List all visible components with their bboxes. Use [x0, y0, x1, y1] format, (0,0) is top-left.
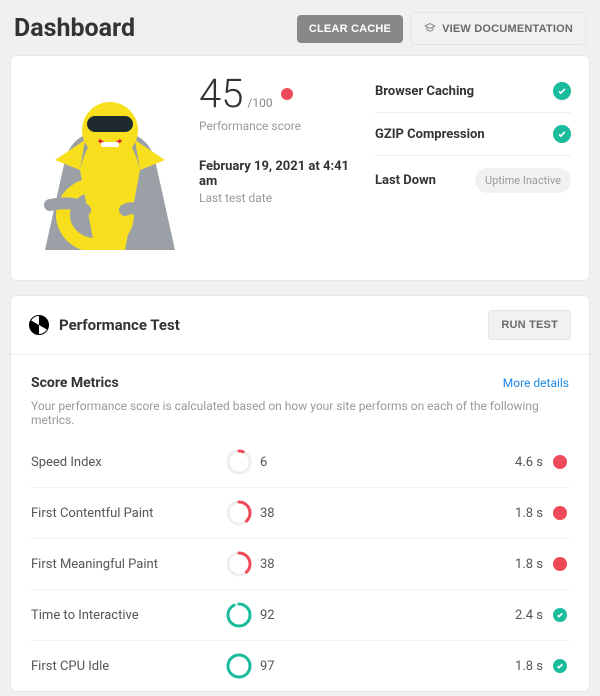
check-icon: [553, 82, 571, 100]
performance-test-header: Performance Test RUN TEST: [11, 296, 589, 355]
metric-row: Speed Index 6 4.6 s: [31, 437, 569, 488]
metric-ring-icon: [226, 500, 252, 526]
metric-status-icon: [551, 557, 569, 571]
metric-score: 97: [260, 659, 300, 674]
status-row-browser-caching: Browser Caching: [375, 70, 571, 113]
status-dot-bad-icon: [281, 88, 293, 100]
metric-name: First CPU Idle: [31, 659, 226, 674]
check-icon: [553, 125, 571, 143]
metric-ring-icon: [226, 653, 252, 679]
score-metrics-heading: Score Metrics: [31, 375, 119, 391]
metric-name: First Contentful Paint: [31, 506, 226, 521]
last-test-date-label: Last test date: [199, 191, 365, 205]
metric-time: 1.8 s: [495, 659, 543, 674]
metric-ring-icon: [226, 449, 252, 475]
metric-status-icon: [551, 506, 569, 520]
metric-status-icon: [551, 455, 569, 469]
page-title: Dashboard: [14, 14, 289, 43]
metric-time: 1.8 s: [495, 506, 543, 521]
performance-logo-icon: [29, 315, 49, 335]
metric-name: First Meaningful Paint: [31, 557, 226, 572]
score-metrics-desc: Your performance score is calculated bas…: [31, 399, 569, 427]
performance-score-value: 45: [199, 70, 243, 117]
metric-score: 38: [260, 557, 300, 572]
score-metrics-section: Score Metrics More details Your performa…: [11, 355, 589, 691]
clear-cache-button[interactable]: CLEAR CACHE: [297, 15, 403, 43]
run-test-button[interactable]: RUN TEST: [488, 310, 571, 340]
status-label: Last Down: [375, 173, 436, 188]
graduation-cap-icon: [424, 21, 436, 36]
metric-ring-icon: [226, 551, 252, 577]
summary-card: 45 /100 Performance score February 19, 2…: [10, 55, 590, 281]
status-row-uptime: Last Down Uptime Inactive: [375, 156, 571, 205]
last-test-date-value: February 19, 2021 at 4:41 am: [199, 159, 365, 189]
more-details-link[interactable]: More details: [503, 376, 569, 390]
hero-illustration: [25, 70, 195, 254]
performance-score-denom: /100: [247, 96, 272, 110]
metric-row: First Contentful Paint 38 1.8 s: [31, 488, 569, 539]
performance-test-card: Performance Test RUN TEST Score Metrics …: [10, 295, 590, 692]
metric-status-icon: [551, 608, 569, 622]
metric-row: First Meaningful Paint 38 1.8 s: [31, 539, 569, 590]
page-header: Dashboard CLEAR CACHE VIEW DOCUMENTATION: [4, 4, 596, 55]
metric-name: Speed Index: [31, 455, 226, 470]
view-documentation-label: VIEW DOCUMENTATION: [442, 23, 573, 35]
metric-ring-icon: [226, 602, 252, 628]
score-column: 45 /100 Performance score February 19, 2…: [195, 70, 365, 254]
metric-score: 38: [260, 506, 300, 521]
status-label: Browser Caching: [375, 84, 474, 99]
metric-time: 1.8 s: [495, 557, 543, 572]
status-label: GZIP Compression: [375, 127, 485, 142]
metric-score: 92: [260, 608, 300, 623]
status-row-gzip: GZIP Compression: [375, 113, 571, 156]
performance-score-label: Performance score: [199, 119, 365, 133]
metric-name: Time to Interactive: [31, 608, 226, 623]
uptime-pill: Uptime Inactive: [475, 168, 571, 193]
metric-time: 4.6 s: [495, 455, 543, 470]
view-documentation-button[interactable]: VIEW DOCUMENTATION: [411, 12, 586, 45]
performance-test-title: Performance Test: [59, 316, 180, 334]
metric-row: Time to Interactive 92 2.4 s: [31, 590, 569, 641]
metric-row: First CPU Idle 97 1.8 s: [31, 641, 569, 691]
status-column: Browser Caching GZIP Compression Last Do…: [365, 70, 571, 254]
metric-time: 2.4 s: [495, 608, 543, 623]
metric-status-icon: [551, 659, 569, 673]
metric-score: 6: [260, 455, 300, 470]
